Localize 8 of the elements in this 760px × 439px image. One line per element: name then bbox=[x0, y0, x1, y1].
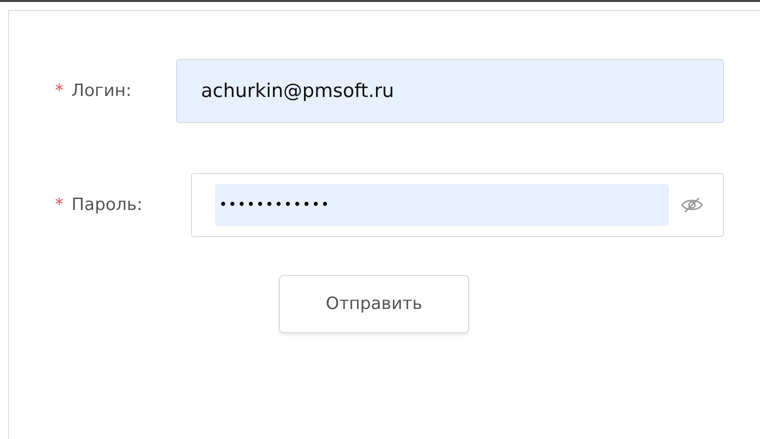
submit-button[interactable]: Отправить bbox=[279, 275, 469, 333]
field-label: Пароль: bbox=[72, 195, 143, 215]
field-label: Логин: bbox=[72, 81, 132, 101]
login-field[interactable]: achurkin@pmsoft.ru bbox=[176, 59, 724, 123]
eye-slash-icon[interactable] bbox=[681, 197, 703, 213]
required-mark: * bbox=[55, 81, 64, 101]
required-mark: * bbox=[55, 195, 64, 215]
password-field[interactable]: •••••••••••• bbox=[191, 173, 724, 237]
